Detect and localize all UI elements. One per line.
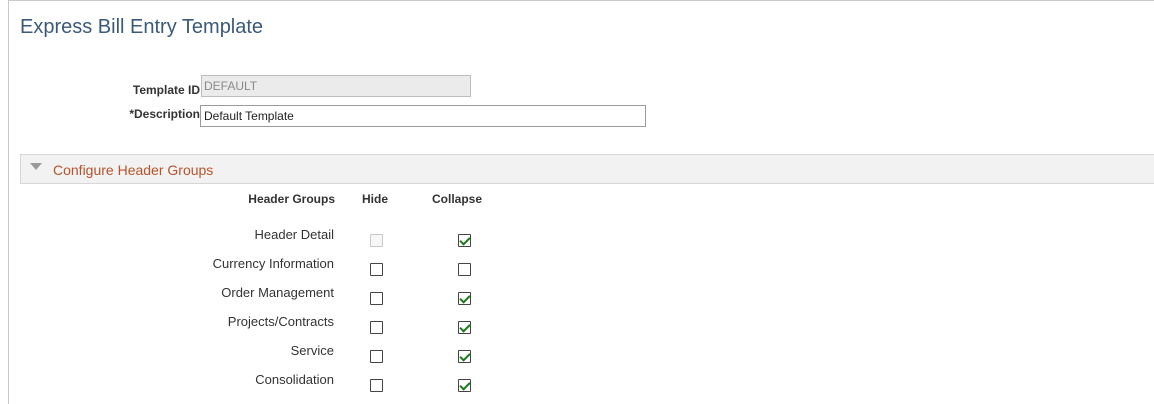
column-header-groups: Header Groups (248, 192, 335, 206)
description-field[interactable] (200, 105, 646, 127)
hide-checkbox[interactable] (370, 292, 383, 305)
row-label: Service (290, 343, 334, 358)
collapse-checkbox[interactable] (458, 321, 471, 334)
row-label: Order Management (221, 285, 334, 300)
hide-checkbox (370, 234, 383, 247)
row-label: Consolidation (255, 372, 334, 387)
collapse-checkbox[interactable] (458, 379, 471, 392)
collapse-triangle-icon[interactable] (30, 163, 42, 170)
page-title: Express Bill Entry Template (20, 16, 264, 38)
template-id-label: Template ID (132, 83, 200, 97)
row-label: Projects/Contracts (227, 314, 334, 329)
column-hide: Hide (362, 192, 389, 206)
row-label: Currency Information (212, 256, 334, 271)
column-collapse: Collapse (432, 192, 483, 206)
hide-checkbox[interactable] (370, 263, 383, 276)
collapse-checkbox[interactable] (458, 350, 471, 363)
row-label: Header Detail (254, 227, 335, 242)
collapse-checkbox[interactable] (458, 234, 471, 247)
hide-checkbox[interactable] (370, 350, 383, 363)
description-label: *Description (129, 107, 200, 121)
collapse-checkbox[interactable] (458, 263, 471, 276)
hide-checkbox[interactable] (370, 321, 383, 334)
collapse-checkbox[interactable] (458, 292, 471, 305)
hide-checkbox[interactable] (370, 379, 383, 392)
configure-header-groups-section[interactable]: Configure Header Groups (20, 154, 1154, 184)
template-id-field (201, 75, 471, 97)
section-title[interactable]: Configure Header Groups (53, 162, 213, 178)
